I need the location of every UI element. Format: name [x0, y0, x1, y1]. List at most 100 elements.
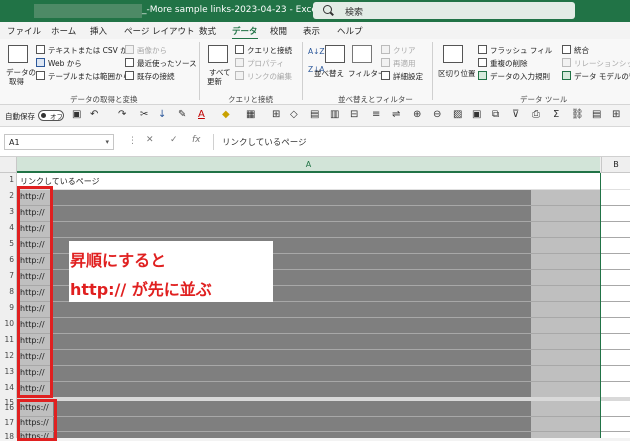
row-header[interactable]: 11 [0, 335, 16, 344]
row-header[interactable]: 4 [0, 223, 16, 232]
data-model-icon [562, 71, 571, 80]
font-color-icon[interactable]: A [198, 109, 205, 121]
select-all-button[interactable] [0, 157, 17, 173]
tab-data[interactable]: データ [232, 25, 258, 40]
web-button[interactable]: Web から [48, 58, 82, 69]
refresh-all-label2: 更新 [207, 77, 222, 86]
insert-row-icon[interactable]: ⊕ [413, 109, 421, 121]
redo-icon[interactable]: ↷ [118, 109, 126, 121]
undo-icon[interactable]: ↶ [90, 109, 98, 121]
tab-review[interactable]: 校閲 [270, 25, 287, 37]
borders-icon[interactable]: ▦ [246, 109, 255, 121]
sort-icon[interactable]: ↓ [158, 109, 166, 121]
cut-icon[interactable]: ✂ [140, 109, 148, 121]
tab-help[interactable]: ヘルプ [337, 25, 363, 37]
gridline [17, 221, 630, 222]
text-to-columns-button[interactable]: 区切り位置 [438, 68, 476, 79]
row-header[interactable]: 16 [0, 403, 16, 412]
blurred-filename [34, 4, 142, 18]
tab-view[interactable]: 表示 [303, 25, 320, 37]
format-painter-icon[interactable]: ✎ [178, 109, 186, 121]
row-header[interactable]: 12 [0, 351, 16, 360]
recent-sources-button[interactable]: 最近使ったソース [137, 58, 197, 69]
fill-color-icon[interactable]: ◆ [222, 109, 230, 121]
reapply-button[interactable]: 再適用 [393, 58, 416, 69]
ribbon-tabs: ファイル ホーム 挿入 ページ レイアウト 数式 データ 校閲 表示 ヘルプ [0, 22, 630, 40]
freeze-icon[interactable]: ⧉ [492, 109, 499, 121]
get-data-label2: 取得 [9, 77, 24, 86]
merge-icon[interactable]: ⊟ [350, 109, 358, 121]
tab-home[interactable]: ホーム [51, 25, 76, 37]
tab-page-layout[interactable]: ページ レイアウト [124, 25, 195, 37]
shape-icon[interactable]: ◇ [290, 109, 298, 121]
row-header[interactable]: 3 [0, 207, 16, 216]
text-csv-button[interactable]: テキストまたは CSV から [48, 45, 135, 56]
properties-button[interactable]: プロパティ [247, 58, 284, 69]
row-header[interactable]: 18 [0, 432, 16, 441]
row-header[interactable]: 5 [0, 239, 16, 248]
relationships-button[interactable]: リレーションシップ [574, 58, 630, 69]
column-header-a[interactable]: A [17, 157, 600, 173]
print-icon[interactable]: ⎙ [532, 109, 540, 121]
row-header[interactable]: 10 [0, 319, 16, 328]
enter-icon[interactable]: ✓ [170, 135, 178, 145]
insert-function-button[interactable]: fx [192, 135, 201, 145]
row-header[interactable]: 13 [0, 367, 16, 376]
column-headers: A B [0, 157, 630, 173]
tab-insert[interactable]: 挿入 [90, 25, 107, 37]
remove-dup-button[interactable]: 重複の削除 [490, 58, 528, 69]
row-header[interactable]: 7 [0, 271, 16, 280]
table-range-button[interactable]: テーブルまたは範囲から [48, 71, 130, 82]
insert-col-icon[interactable]: ⊞ [612, 109, 620, 121]
align-icon[interactable]: ≡ [372, 109, 380, 121]
filter-button[interactable]: フィルター [348, 68, 385, 79]
name-box[interactable]: A1 ▾ [4, 134, 114, 150]
annotation-callout: 昇順にすると http:// が先に並ぶ [69, 241, 273, 302]
from-image-button[interactable]: 画像から [137, 45, 167, 56]
window-title: _-More sample links-2023-04-23 - Excel [142, 5, 320, 15]
sort-button[interactable]: 並べ替え [314, 68, 344, 79]
data-validation-icon [478, 71, 487, 80]
wrap-icon[interactable]: ⇌ [392, 109, 400, 121]
save-icon[interactable]: ▣ [72, 109, 81, 121]
recent-sources-icon [125, 58, 134, 67]
clear-button[interactable]: クリア [393, 45, 416, 56]
worksheet[interactable]: リンクしているページ http:// http:// http:// http:… [17, 173, 630, 441]
row-header[interactable]: 6 [0, 255, 16, 264]
row-header[interactable]: 1 [0, 175, 16, 184]
sort-asc-button[interactable]: A↓Z [308, 47, 325, 56]
data-validation-button[interactable]: データの入力規則 [490, 71, 550, 82]
advanced-button[interactable]: 詳細設定 [393, 71, 423, 82]
picture-icon[interactable]: ▣ [472, 109, 481, 121]
consolidate-button[interactable]: 統合 [574, 45, 589, 56]
link-icon[interactable]: ⛓ [571, 109, 584, 121]
row-header[interactable]: 2 [0, 191, 16, 200]
insert-box-icon[interactable]: ⊞ [272, 109, 280, 121]
cancel-icon[interactable]: ✕ [146, 135, 154, 145]
filter-icon[interactable]: ⊽ [512, 109, 519, 121]
data-model-button[interactable]: データ モデルの管理 [574, 71, 630, 82]
search-box[interactable]: 検索 [313, 2, 575, 19]
queries-icon [235, 45, 244, 54]
advanced-filter-icon [381, 71, 390, 80]
tab-file[interactable]: ファイル [7, 25, 41, 37]
chart-icon[interactable]: ▨ [453, 109, 462, 121]
chevron-down-icon[interactable]: ▾ [105, 138, 109, 146]
table-icon[interactable]: ▤ [310, 109, 319, 121]
existing-conn-button[interactable]: 既存の接続 [137, 71, 175, 82]
queries-conn-button[interactable]: クエリと接続 [247, 45, 292, 56]
autosave-toggle[interactable]: オフ [38, 110, 64, 121]
flash-fill-button[interactable]: フラッシュ フィル [490, 45, 552, 56]
row-header[interactable]: 17 [0, 418, 16, 427]
row-header[interactable]: 9 [0, 303, 16, 312]
delete-row-icon[interactable]: ⊖ [433, 109, 441, 121]
edit-links-button[interactable]: リンクの編集 [247, 71, 292, 82]
format-icon[interactable]: ▤ [592, 109, 601, 121]
column-header-b[interactable]: B [601, 157, 630, 173]
row-header[interactable]: 14 [0, 383, 16, 392]
grid-icon[interactable]: ▥ [330, 109, 339, 121]
formula-input[interactable]: リンクしているページ [213, 134, 630, 150]
sum-icon[interactable]: Σ [553, 109, 559, 121]
tab-formulas[interactable]: 数式 [199, 25, 216, 37]
row-header[interactable]: 8 [0, 287, 16, 296]
